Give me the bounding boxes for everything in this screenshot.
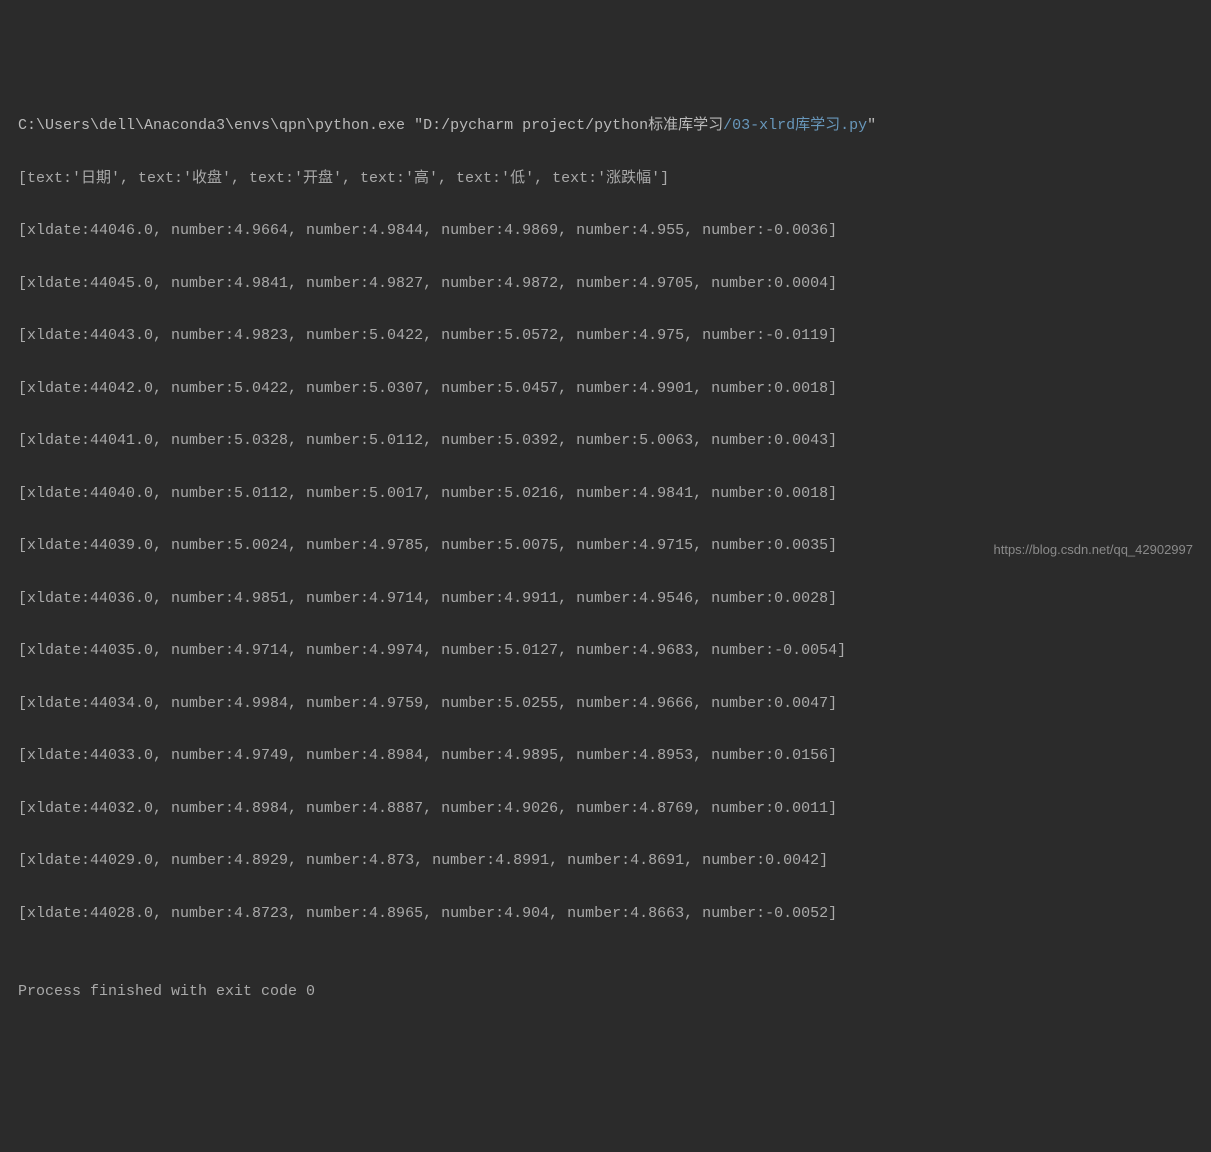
- command-line: C:\Users\dell\Anaconda3\envs\qpn\python.…: [18, 113, 1211, 139]
- output-row: [xldate:44042.0, number:5.0422, number:5…: [18, 376, 1211, 402]
- output-row: [xldate:44045.0, number:4.9841, number:4…: [18, 271, 1211, 297]
- script-arg-prefix: "D:/pycharm project/python标准库学习: [414, 117, 723, 134]
- output-row: [xldate:44036.0, number:4.9851, number:4…: [18, 586, 1211, 612]
- output-row: [xldate:44029.0, number:4.8929, number:4…: [18, 848, 1211, 874]
- output-row: [xldate:44043.0, number:4.9823, number:5…: [18, 323, 1211, 349]
- output-row: [xldate:44046.0, number:4.9664, number:4…: [18, 218, 1211, 244]
- output-row: [xldate:44041.0, number:5.0328, number:5…: [18, 428, 1211, 454]
- output-row: [xldate:44034.0, number:4.9984, number:4…: [18, 691, 1211, 717]
- process-exit-message: Process finished with exit code 0: [18, 979, 1211, 1005]
- output-row: [xldate:44028.0, number:4.8723, number:4…: [18, 901, 1211, 927]
- output-header-row: [text:'日期', text:'收盘', text:'开盘', text:'…: [18, 166, 1211, 192]
- script-arg-suffix: ": [867, 117, 876, 134]
- watermark-url: https://blog.csdn.net/qq_42902997: [994, 539, 1194, 562]
- interpreter-path: C:\Users\dell\Anaconda3\envs\qpn\python.…: [18, 117, 405, 134]
- output-row: [xldate:44040.0, number:5.0112, number:5…: [18, 481, 1211, 507]
- output-row: [xldate:44033.0, number:4.9749, number:4…: [18, 743, 1211, 769]
- output-row: [xldate:44035.0, number:4.9714, number:4…: [18, 638, 1211, 664]
- script-file: /03-xlrd库学习.py: [723, 117, 867, 134]
- output-row: [xldate:44032.0, number:4.8984, number:4…: [18, 796, 1211, 822]
